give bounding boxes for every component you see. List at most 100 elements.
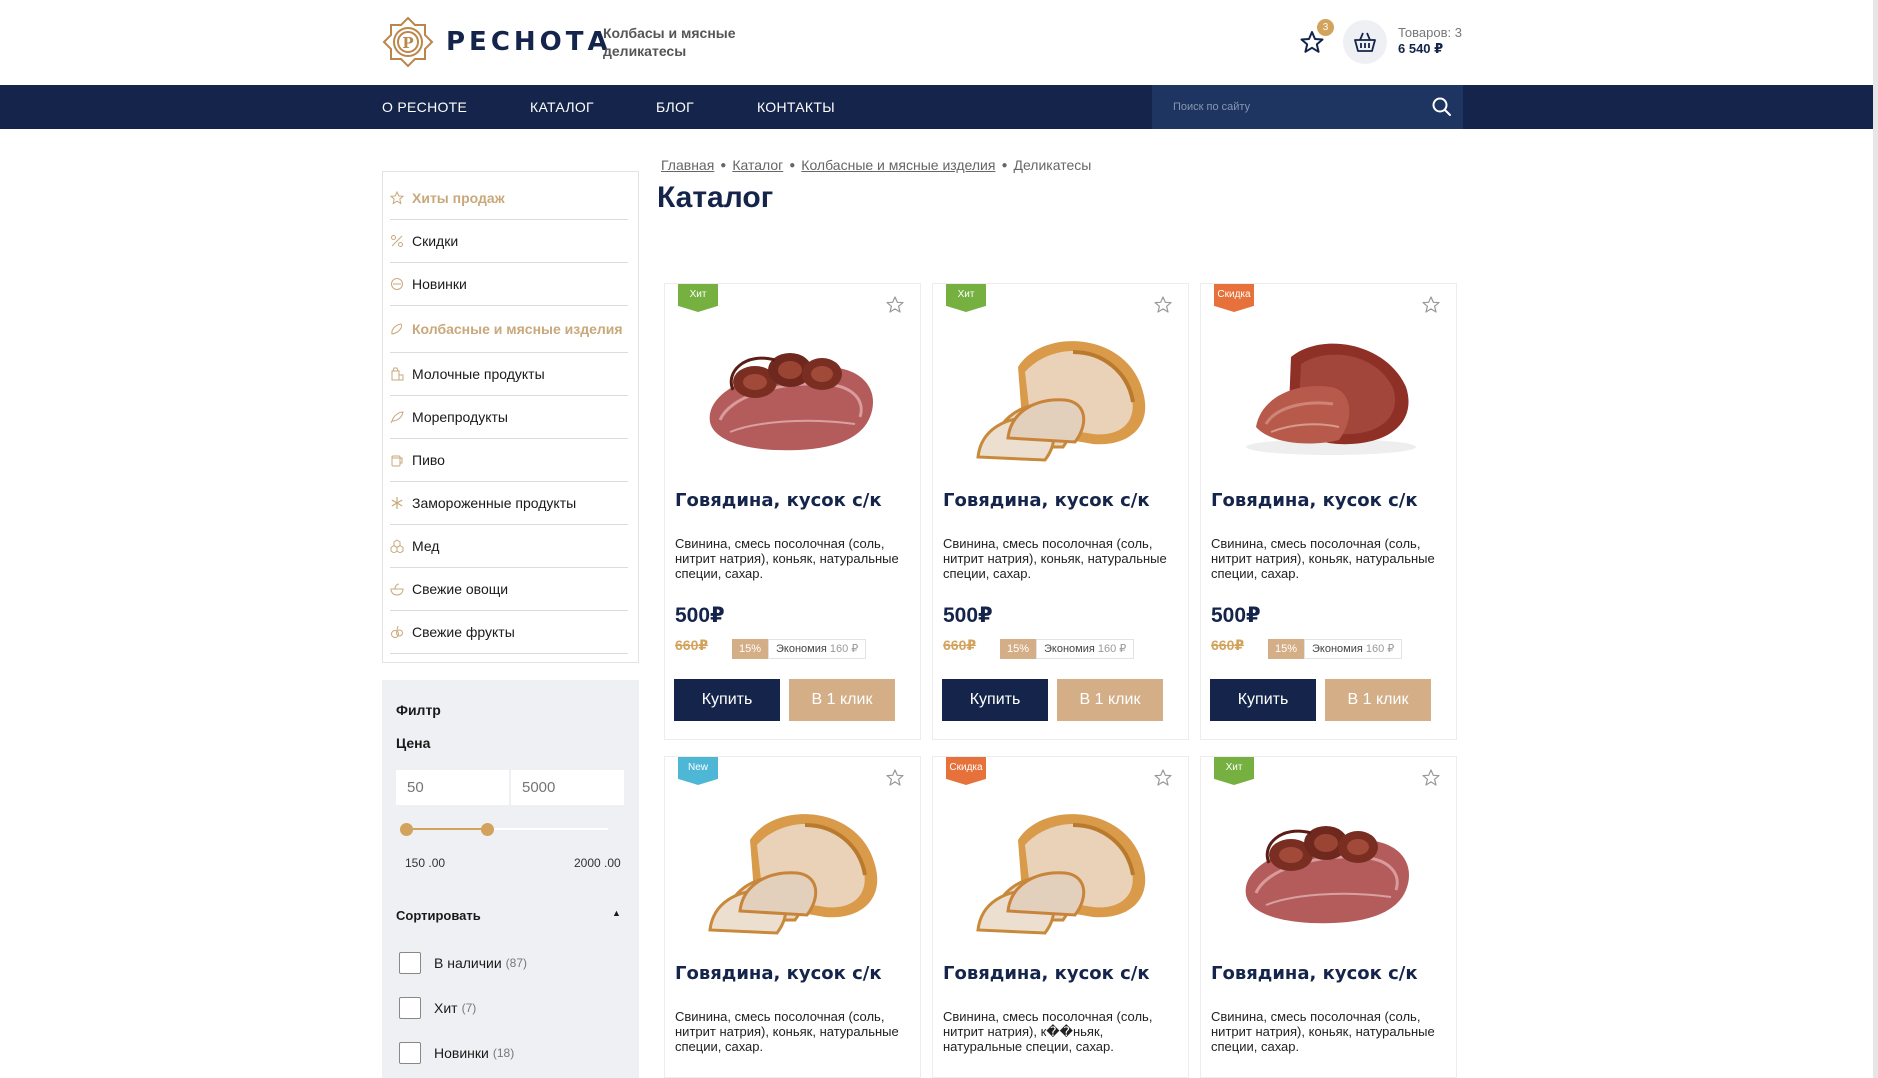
product-image[interactable] — [685, 785, 900, 940]
logo-text: РЕСНОТА — [446, 27, 612, 57]
product-image[interactable] — [953, 312, 1168, 467]
product-badge: Хит — [1214, 757, 1254, 785]
price-slider-range — [406, 828, 487, 830]
nav-item-about[interactable]: О РЕСНОТЕ — [382, 85, 467, 129]
menu-item-frozen[interactable]: Замороженные продукты — [390, 482, 628, 525]
savings-amount: 160 ₽ — [829, 643, 859, 655]
page-title: Каталог — [657, 181, 774, 214]
product-card[interactable]: Хит Говядина, кусок с/к Свинина, смесь п… — [664, 283, 921, 740]
nav-item-blog[interactable]: БЛОГ — [656, 85, 694, 129]
menu-item-sausages[interactable]: Колбасные и мясные изделия — [390, 306, 628, 353]
product-card[interactable]: Хит Говядина, кусок с/к Свинина, смесь п… — [1200, 756, 1457, 1078]
product-image[interactable] — [1221, 312, 1436, 467]
product-description: Свинина, смесь посолочная (соль, нитрит … — [675, 536, 899, 581]
logo[interactable]: P РЕСНОТА — [382, 16, 612, 68]
one-click-buy-button[interactable]: В 1 клик — [1057, 679, 1163, 721]
product-name[interactable]: Говядина, кусок с/к — [943, 490, 1150, 511]
one-click-buy-button[interactable]: В 1 клик — [789, 679, 895, 721]
product-badge: Хит — [678, 284, 718, 312]
product-image[interactable] — [953, 785, 1168, 940]
breadcrumb-link-catalog[interactable]: Каталог — [732, 157, 783, 173]
product-badge: Скидка — [1214, 284, 1254, 312]
checkbox-count: (18) — [492, 1046, 515, 1060]
savings-badge: Экономия 160 ₽ — [1304, 639, 1403, 659]
menu-item-fruits[interactable]: Свежие фрукты — [390, 611, 628, 654]
product-badge: New — [678, 757, 718, 785]
menu-item-bestsellers[interactable]: Хиты продаж — [390, 177, 628, 220]
product-card[interactable]: Скидка Говядина, кусок с/к Свинина, смес… — [1200, 283, 1457, 740]
collapse-arrow-icon[interactable]: ▲ — [612, 908, 621, 918]
product-image[interactable] — [685, 312, 900, 467]
search-icon[interactable] — [1431, 96, 1453, 118]
page-scrollbar[interactable] — [1873, 0, 1878, 1078]
savings-label: Экономия — [776, 643, 827, 655]
menu-item-label: Скидки — [412, 233, 459, 249]
basket-icon — [1354, 32, 1376, 52]
logo-emblem-icon: P — [382, 16, 434, 68]
product-name[interactable]: Говядина, кусок с/к — [675, 963, 882, 984]
site-tagline: Колбасы и мясные деликатесы — [603, 25, 736, 59]
buy-button[interactable]: Купить — [674, 679, 780, 721]
discount-badge: 15% — [732, 639, 768, 659]
filter-in-stock[interactable]: В наличии (87) — [399, 952, 527, 974]
menu-item-honey[interactable]: Мед — [390, 525, 628, 568]
nav-item-catalog[interactable]: КАТАЛОГ — [530, 85, 594, 129]
product-description: Свинина, смесь посолочная (соль, нитрит … — [675, 1009, 899, 1054]
breadcrumb-link-sausages[interactable]: Колбасные и мясные изделия — [801, 157, 995, 173]
sausage-icon — [391, 323, 402, 335]
product-badge: Хит — [946, 284, 986, 312]
menu-item-label: Колбасные и мясные изделия — [412, 321, 623, 337]
product-card[interactable]: New Говядина, кусок с/к Свинина, смесь п… — [664, 756, 921, 1078]
menu-item-label: Пиво — [412, 452, 445, 468]
product-name[interactable]: Говядина, кусок с/к — [1211, 490, 1418, 511]
checkbox[interactable] — [399, 952, 421, 974]
breadcrumb-link-home[interactable]: Главная — [661, 157, 714, 173]
menu-item-new[interactable]: Новинки — [390, 263, 628, 306]
beer-icon — [391, 455, 403, 467]
checkbox-count: (7) — [461, 1001, 477, 1015]
product-name[interactable]: Говядина, кусок с/к — [943, 963, 1150, 984]
savings-label: Экономия — [1312, 643, 1363, 655]
product-description: Свинина, смесь посолочная (соль, нитрит … — [943, 1009, 1153, 1054]
menu-item-label: Морепродукты — [412, 409, 508, 425]
price-min-input[interactable] — [396, 770, 509, 805]
price-slider-min-handle[interactable] — [400, 823, 413, 836]
menu-item-beer[interactable]: Пиво — [390, 439, 628, 482]
product-card[interactable]: Скидка Говядина, кусок с/к Свинина, смес… — [932, 756, 1189, 1078]
checkbox[interactable] — [399, 997, 421, 1019]
product-name[interactable]: Говядина, кусок с/к — [1211, 963, 1418, 984]
product-image[interactable] — [1221, 785, 1436, 940]
star-icon — [390, 191, 404, 205]
menu-item-discounts[interactable]: Скидки — [390, 220, 628, 263]
checkbox-label: Новинки — [434, 1045, 489, 1061]
menu-item-dairy[interactable]: Молочные продукты — [390, 353, 628, 396]
menu-item-vegetables[interactable]: Свежие овощи — [390, 568, 628, 611]
discount-badge: 15% — [1268, 639, 1304, 659]
category-menu: Хиты продаж Скидки Новинки Колбасные и м… — [382, 171, 639, 663]
search-input[interactable] — [1152, 85, 1422, 129]
filter-hit[interactable]: Хит (7) — [399, 997, 476, 1019]
fish-icon — [390, 411, 404, 424]
price-slider-max-handle[interactable] — [481, 823, 494, 836]
sort-label[interactable]: Сортировать — [396, 908, 481, 923]
product-description: Свинина, смесь посолочная (соль, нитрит … — [1211, 1009, 1435, 1054]
buy-button[interactable]: Купить — [1210, 679, 1316, 721]
price-max-input[interactable] — [511, 770, 624, 805]
nav-item-contacts[interactable]: КОНТАКТЫ — [757, 85, 835, 129]
savings-amount: 160 ₽ — [1365, 643, 1395, 655]
product-old-price: 660₽ — [943, 637, 977, 653]
filter-new[interactable]: Новинки (18) — [399, 1042, 514, 1064]
checkbox[interactable] — [399, 1042, 421, 1064]
cart-summary[interactable]: Товаров: 3 6 540 ₽ — [1398, 25, 1462, 57]
buy-button[interactable]: Купить — [942, 679, 1048, 721]
product-card[interactable]: Хит Говядина, кусок с/к Свинина, смесь п… — [932, 283, 1189, 740]
savings-amount: 160 ₽ — [1097, 643, 1127, 655]
menu-item-seafood[interactable]: Морепродукты — [390, 396, 628, 439]
menu-item-label: Мед — [412, 538, 440, 554]
one-click-buy-button[interactable]: В 1 клик — [1325, 679, 1431, 721]
breadcrumb-current: Деликатесы — [1013, 157, 1092, 173]
cart-button[interactable] — [1343, 20, 1387, 64]
menu-item-label: Молочные продукты — [412, 366, 545, 382]
product-name[interactable]: Говядина, кусок с/к — [675, 490, 882, 511]
fruits-icon — [391, 625, 403, 638]
